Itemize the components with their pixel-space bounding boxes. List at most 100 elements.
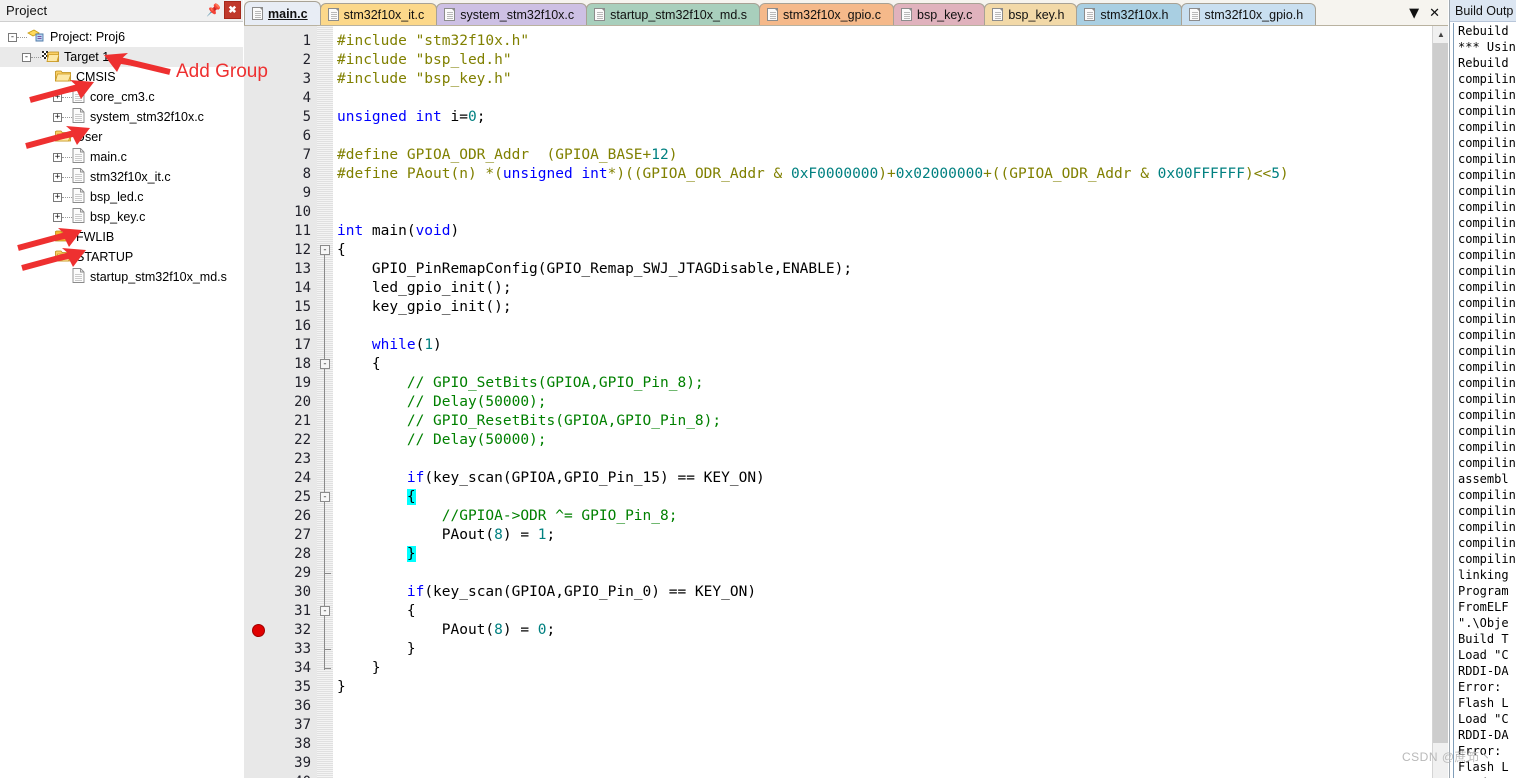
- code-line[interactable]: // GPIO_SetBits(GPIOA,GPIO_Pin_8);: [333, 374, 1432, 393]
- editor-vertical-scrollbar[interactable]: ▲: [1432, 26, 1448, 778]
- project-tree[interactable]: - Project: Proj6 - Target 1 CMSIS + core_cm3.c…: [0, 22, 243, 778]
- chevron-down-icon[interactable]: ▼: [1409, 6, 1419, 21]
- code-line[interactable]: #include "bsp_led.h": [333, 51, 1432, 70]
- build-output-line: compilin: [1458, 328, 1516, 342]
- code-text-area[interactable]: #include "stm32f10x.h" #include "bsp_led.…: [333, 26, 1432, 778]
- code-line[interactable]: [333, 127, 1432, 146]
- code-line[interactable]: // Delay(50000);: [333, 431, 1432, 450]
- code-line[interactable]: [333, 697, 1432, 716]
- code-line[interactable]: }: [333, 545, 1432, 564]
- editor-tabbar[interactable]: main.c stm32f10x_it.c system_stm32f10x.c st…: [244, 0, 1448, 26]
- code-token: led_gpio_init();: [337, 280, 512, 296]
- code-line[interactable]: #define PAout(n) *(unsigned int*)((GPIOA…: [333, 165, 1432, 184]
- tab-bsp-key-h[interactable]: bsp_key.h: [984, 3, 1078, 25]
- fold-toggle-icon[interactable]: -: [320, 492, 330, 502]
- fold-toggle-icon[interactable]: -: [320, 245, 330, 255]
- build-output-text[interactable]: Rebuild *** Usin Rebuild compilin compilin…: [1453, 23, 1516, 778]
- code-line[interactable]: #define GPIOA_ODR_Addr (GPIOA_BASE+12): [333, 146, 1432, 165]
- tree-item-user[interactable]: User: [0, 127, 243, 147]
- code-line[interactable]: // Delay(50000);: [333, 393, 1432, 412]
- code-line[interactable]: //GPIOA->ODR ^= GPIO_Pin_8;: [333, 507, 1432, 526]
- code-line[interactable]: [333, 716, 1432, 735]
- tree-item-startup-stm32f10x-md-s[interactable]: startup_stm32f10x_md.s: [0, 267, 243, 287]
- pin-icon[interactable]: 📌: [205, 1, 222, 19]
- tab-bsp-key-c[interactable]: bsp_key.c: [893, 3, 986, 25]
- code-line[interactable]: [333, 773, 1432, 778]
- expand-icon[interactable]: +: [53, 112, 62, 122]
- code-line[interactable]: [333, 564, 1432, 583]
- line-number: 23: [294, 451, 311, 467]
- build-output-line: compilin: [1458, 296, 1516, 310]
- tab-stm32f10x-gpio-c[interactable]: stm32f10x_gpio.c: [759, 3, 894, 25]
- code-line[interactable]: led_gpio_init();: [333, 279, 1432, 298]
- expand-icon[interactable]: +: [53, 92, 62, 102]
- breakpoint-gutter[interactable]: [244, 26, 272, 778]
- code-line[interactable]: [333, 203, 1432, 222]
- close-icon[interactable]: ✕: [1429, 6, 1440, 21]
- code-line[interactable]: }: [333, 678, 1432, 697]
- fold-toggle-icon[interactable]: -: [320, 606, 330, 616]
- code-token: 5: [1271, 166, 1280, 182]
- code-line[interactable]: #include "stm32f10x.h": [333, 32, 1432, 51]
- scroll-up-arrow-icon[interactable]: ▲: [1433, 26, 1448, 42]
- code-line[interactable]: unsigned int i=0;: [333, 108, 1432, 127]
- tree-item-main-c[interactable]: + main.c: [0, 147, 243, 167]
- expand-icon[interactable]: +: [53, 172, 62, 182]
- expand-icon[interactable]: +: [53, 152, 62, 162]
- code-line[interactable]: while(1): [333, 336, 1432, 355]
- tree-item-core-cm3-c[interactable]: + core_cm3.c: [0, 87, 243, 107]
- code-line[interactable]: {: [333, 241, 1432, 260]
- close-icon[interactable]: ✖: [224, 1, 241, 19]
- tab-startup-stm32f10x-md-s[interactable]: startup_stm32f10x_md.s: [586, 3, 761, 25]
- code-folding-gutter[interactable]: - - - -: [317, 26, 333, 778]
- tab-system-stm32f10x-c[interactable]: system_stm32f10x.c: [436, 3, 588, 25]
- code-line[interactable]: }: [333, 640, 1432, 659]
- code-line[interactable]: int main(void): [333, 222, 1432, 241]
- code-line[interactable]: #include "bsp_key.h": [333, 70, 1432, 89]
- collapse-icon[interactable]: -: [22, 52, 31, 62]
- tree-item-startup[interactable]: STARTUP: [0, 247, 243, 267]
- tree-item-label: Target 1: [64, 50, 110, 64]
- code-line[interactable]: PAout(8) = 0;: [333, 621, 1432, 640]
- code-line[interactable]: if(key_scan(GPIOA,GPIO_Pin_0) == KEY_ON): [333, 583, 1432, 602]
- code-line[interactable]: {: [333, 602, 1432, 621]
- code-line[interactable]: {: [333, 488, 1432, 507]
- line-number: 31: [294, 603, 311, 619]
- tree-item-fwlib[interactable]: FWLIB: [0, 227, 243, 247]
- breakpoint-marker[interactable]: [252, 624, 265, 637]
- collapse-icon[interactable]: -: [8, 32, 17, 42]
- expand-icon[interactable]: +: [53, 192, 62, 202]
- code-line[interactable]: key_gpio_init();: [333, 298, 1432, 317]
- code-line[interactable]: [333, 89, 1432, 108]
- tree-item-stm32f10x-it-c[interactable]: + stm32f10x_it.c: [0, 167, 243, 187]
- tab-main-c[interactable]: main.c: [244, 1, 321, 25]
- code-line[interactable]: [333, 754, 1432, 773]
- code-line[interactable]: // GPIO_ResetBits(GPIOA,GPIO_Pin_8);: [333, 412, 1432, 431]
- tab-label: stm32f10x_gpio.h: [1204, 7, 1304, 22]
- fold-toggle-icon[interactable]: -: [320, 359, 330, 369]
- code-line[interactable]: [333, 317, 1432, 336]
- line-number: 9: [302, 185, 311, 201]
- tab-stm32f10x-it-c[interactable]: stm32f10x_it.c: [319, 3, 438, 25]
- code-line[interactable]: }: [333, 659, 1432, 678]
- expand-icon[interactable]: +: [53, 212, 62, 222]
- tree-item-cmsis[interactable]: CMSIS: [0, 67, 243, 87]
- code-line[interactable]: {: [333, 355, 1432, 374]
- tree-item-bsp-key-c[interactable]: + bsp_key.c: [0, 207, 243, 227]
- tree-item-project-proj6[interactable]: - Project: Proj6: [0, 27, 243, 47]
- tree-item-system-stm32f10x-c[interactable]: + system_stm32f10x.c: [0, 107, 243, 127]
- tree-item-bsp-led-c[interactable]: + bsp_led.c: [0, 187, 243, 207]
- code-token: {: [337, 356, 381, 372]
- tree-item-target-1[interactable]: - Target 1: [0, 47, 243, 67]
- code-line[interactable]: [333, 184, 1432, 203]
- tab-stm32f10x-gpio-h[interactable]: stm32f10x_gpio.h: [1180, 3, 1317, 25]
- code-line[interactable]: [333, 450, 1432, 469]
- editor-scrollbar-thumb[interactable]: [1433, 43, 1448, 743]
- code-editor[interactable]: 1 2 3 4 5 6 7 8 9 10 11 12 13 14 15 16 17 18 19 20 21 22 23 24 2…: [244, 26, 1448, 778]
- line-number: 32: [294, 622, 311, 638]
- code-line[interactable]: if(key_scan(GPIOA,GPIO_Pin_15) == KEY_ON…: [333, 469, 1432, 488]
- code-line[interactable]: GPIO_PinRemapConfig(GPIO_Remap_SWJ_JTAGD…: [333, 260, 1432, 279]
- code-line[interactable]: PAout(8) = 1;: [333, 526, 1432, 545]
- tab-stm32f10x-h[interactable]: stm32f10x.h: [1076, 3, 1182, 25]
- code-line[interactable]: [333, 735, 1432, 754]
